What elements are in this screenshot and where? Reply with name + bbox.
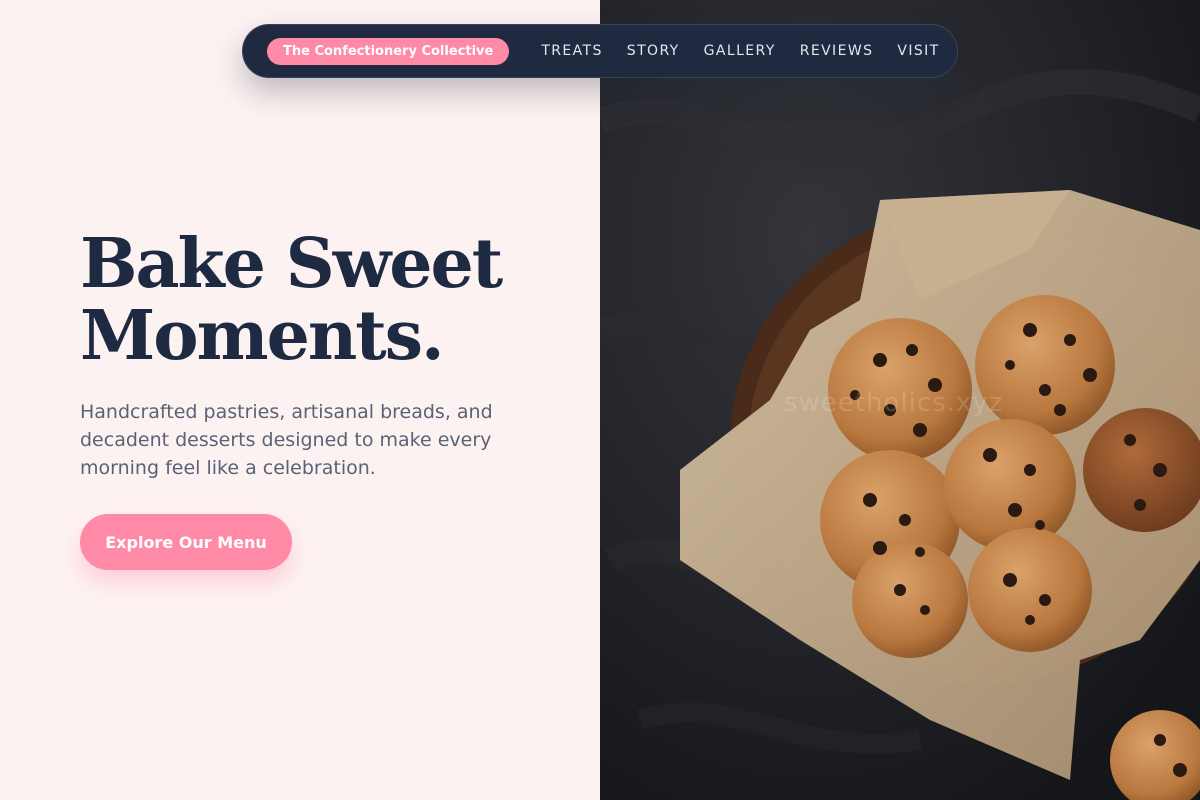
nav-link-visit[interactable]: VISIT [897, 43, 939, 59]
brand-logo-pill[interactable]: The Confectionery Collective [267, 37, 510, 65]
nav-links: TREATS STORY GALLERY REVIEWS VISIT [541, 43, 939, 59]
hero-title-line-2: Moments. [80, 296, 445, 376]
nav-link-reviews[interactable]: REVIEWS [800, 43, 874, 59]
cookie-bowl-illustration [600, 0, 1200, 800]
nav-link-story[interactable]: STORY [627, 43, 680, 59]
hero-title: Bake Sweet Moments. [80, 224, 503, 376]
explore-menu-button[interactable]: Explore Our Menu [80, 514, 292, 570]
top-navigation: The Confectionery Collective TREATS STOR… [242, 24, 958, 78]
nav-link-treats[interactable]: TREATS [541, 43, 602, 59]
hero-subtitle: Handcrafted pastries, artisanal breads, … [80, 401, 493, 479]
nav-link-gallery[interactable]: GALLERY [704, 43, 776, 59]
hero-photo [600, 0, 1200, 800]
hero-title-line-1: Bake Sweet [80, 224, 503, 304]
